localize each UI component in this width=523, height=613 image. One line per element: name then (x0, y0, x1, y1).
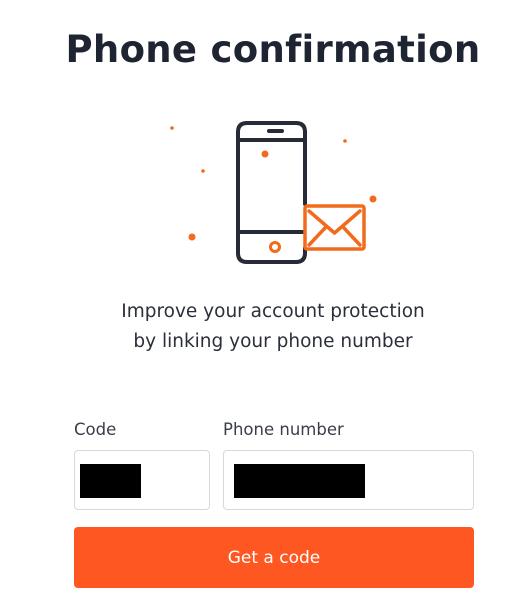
smartphone-icon (236, 121, 307, 264)
redacted-code-value (80, 464, 141, 498)
description-line-1: Improve your account protection (121, 301, 425, 322)
envelope-icon (303, 204, 366, 251)
phone-confirmation-illustration (170, 121, 377, 264)
redacted-phone-value (234, 464, 365, 498)
description-text: Improve your account protection by linki… (0, 297, 523, 357)
get-code-button[interactable]: Get a code (74, 527, 474, 588)
phone-number-label: Phone number (223, 420, 344, 439)
code-label: Code (74, 420, 117, 439)
description-line-2: by linking your phone number (133, 331, 413, 352)
page-title: Phone confirmation (65, 28, 481, 71)
